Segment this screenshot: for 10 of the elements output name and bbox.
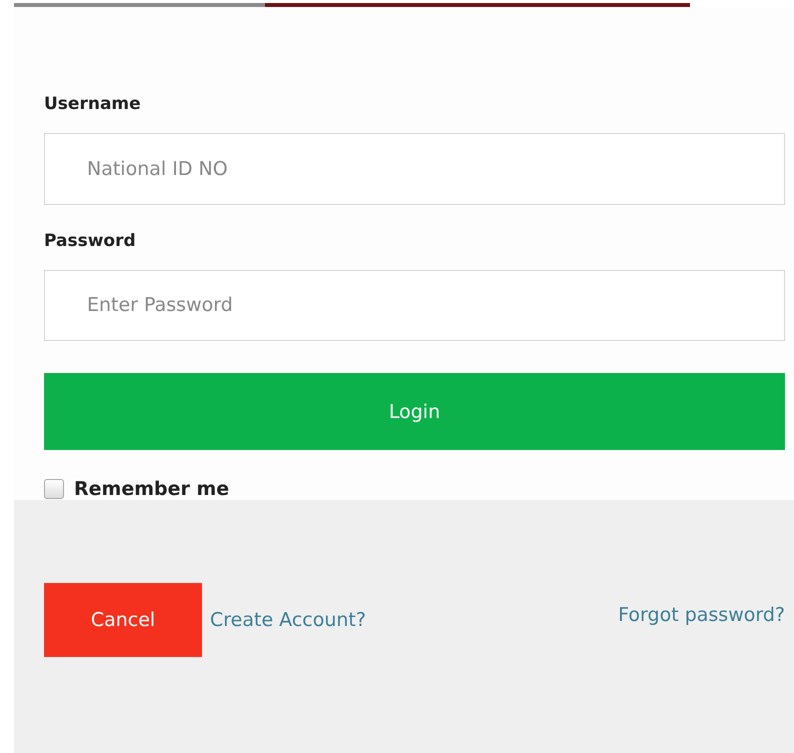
cancel-button[interactable]: Cancel xyxy=(44,582,202,656)
forgot-password-link[interactable]: Forgot password? xyxy=(618,604,785,626)
password-label: Password xyxy=(44,230,137,251)
remember-label: Remember me xyxy=(74,478,230,500)
username-label: Username xyxy=(44,94,142,114)
create-account-link[interactable]: Create Account? xyxy=(210,608,366,630)
username-field[interactable]: National ID NO xyxy=(44,133,785,205)
remember-checkbox[interactable] xyxy=(44,479,64,500)
password-field[interactable]: Enter Password xyxy=(44,270,785,342)
login-button[interactable]: Login xyxy=(44,373,785,450)
